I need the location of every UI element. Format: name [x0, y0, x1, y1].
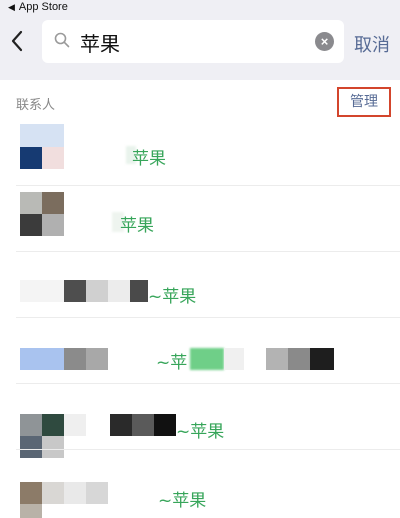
contact-name: ~苹果: [158, 491, 207, 511]
search-field[interactable]: 苹果 ×: [42, 20, 344, 63]
list-item[interactable]: ~苹果: [0, 252, 400, 318]
contact-name: ~苹果: [176, 422, 225, 442]
contact-name: ~苹果: [148, 287, 197, 307]
back-to-app-icon[interactable]: ◀: [8, 2, 15, 13]
list-item[interactable]: 苹果: [0, 120, 400, 186]
section-label-contacts: 联系人: [16, 98, 56, 113]
contact-name: ~苹: [156, 353, 188, 373]
list-item[interactable]: ~苹果: [0, 384, 400, 458]
back-button[interactable]: [10, 30, 34, 56]
back-to-app-label[interactable]: App Store: [19, 1, 68, 13]
contact-name: 苹果: [132, 149, 166, 169]
list-item[interactable]: 苹果: [0, 186, 400, 252]
status-bar: ◀ App Store: [8, 0, 68, 14]
chevron-left-icon: [11, 30, 23, 52]
list-item[interactable]: ~苹: [0, 318, 400, 384]
top-bar: ◀ App Store 苹果 × 取消: [0, 0, 400, 80]
clear-icon[interactable]: ×: [315, 32, 334, 51]
cancel-button[interactable]: 取消: [354, 31, 390, 57]
search-input[interactable]: 苹果: [80, 28, 120, 57]
search-icon: [54, 32, 70, 48]
list-item[interactable]: ~苹果: [0, 450, 400, 518]
manage-button[interactable]: 管理: [337, 87, 391, 117]
contact-name: 苹果: [120, 216, 154, 236]
